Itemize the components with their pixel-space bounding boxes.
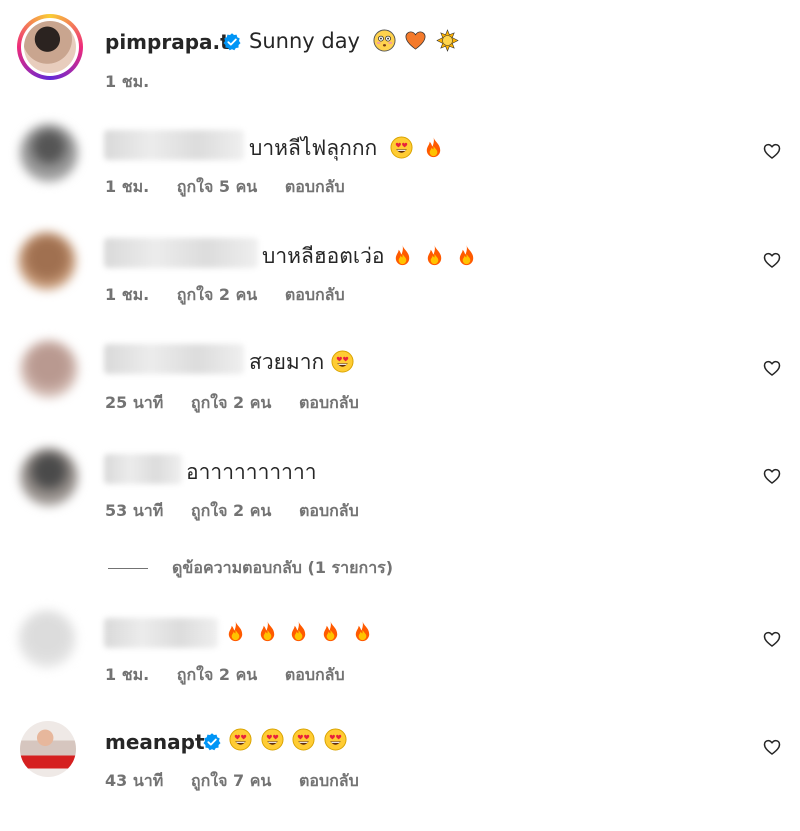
fire-icon: [455, 244, 478, 267]
heart-eyes-icon: [390, 136, 413, 159]
like-heart-icon[interactable]: [762, 737, 782, 757]
heart-eyes-icon: [331, 350, 354, 373]
post-author-username[interactable]: pimprapa.t: [105, 30, 230, 54]
comment-row: บาหลีฮอตเว่อ 1 ชม. ถูกใจ 2 คน ตอบกลับ: [0, 218, 800, 318]
reply-button[interactable]: ตอบกลับ: [285, 177, 345, 196]
comment-text-content: บาหลีไฟลุกกก: [249, 136, 378, 160]
commenter-avatar[interactable]: [18, 232, 76, 290]
comment-text-content: อาาาาาาาาาา: [186, 460, 317, 484]
commenter-avatar[interactable]: [20, 721, 76, 777]
comment-likes[interactable]: ถูกใจ 5 คน: [177, 177, 257, 196]
comment-row: บาหลีไฟลุกกก 1 ชม. ถูกใจ 5 คน ตอบกลับ: [0, 110, 800, 210]
comment-row: อาาาาาาาาาา 53 นาที ถูกใจ 2 คน ตอบกลับ: [0, 434, 800, 534]
like-heart-icon[interactable]: [762, 466, 782, 486]
comment-row: meanapt 43 นาที ถูกใจ 7 คน ตอบกลับ: [0, 706, 800, 816]
commenter-username-blurred[interactable]: [104, 454, 182, 484]
post-caption-row: pimprapa.t Sunny day 1 ชม.: [0, 0, 800, 100]
comment-likes[interactable]: ถูกใจ 7 คน: [191, 771, 271, 790]
comment-time: 1 ชม.: [105, 177, 150, 196]
verified-badge-icon: [202, 732, 222, 752]
comment-text: อาาาาาาาาาา: [186, 456, 317, 489]
comment-text: สวยมาก: [249, 346, 356, 379]
comment-text: [229, 728, 349, 752]
comment-time: 1 ชม.: [105, 665, 150, 684]
commenter-username-blurred[interactable]: [104, 618, 218, 648]
commenter-username[interactable]: meanapt: [105, 730, 205, 754]
heart-eyes-icon: [292, 728, 315, 751]
post-meta: 1 ชม.: [105, 70, 171, 95]
comment-time: 43 นาที: [105, 771, 164, 790]
comment-likes[interactable]: ถูกใจ 2 คน: [177, 665, 257, 684]
fire-icon: [351, 620, 374, 643]
comment-meta: 1 ชม. ถูกใจ 2 คน ตอบกลับ: [105, 663, 367, 688]
reply-button[interactable]: ตอบกลับ: [299, 393, 359, 412]
post-caption-text: Sunny day: [249, 29, 360, 53]
commenter-avatar[interactable]: [20, 124, 78, 182]
commenter-username-blurred[interactable]: [104, 344, 244, 374]
comment-meta: 53 นาที ถูกใจ 2 คน ตอบกลับ: [105, 499, 381, 524]
flushed-face-icon: [373, 29, 396, 52]
reply-button[interactable]: ตอบกลับ: [299, 771, 359, 790]
commenter-avatar[interactable]: [20, 448, 78, 506]
reply-button[interactable]: ตอบกลับ: [285, 665, 345, 684]
comment-meta: 25 นาที ถูกใจ 2 คน ตอบกลับ: [105, 391, 381, 416]
comment-meta: 43 นาที ถูกใจ 7 คน ตอบกลับ: [105, 769, 381, 794]
heart-eyes-icon: [261, 728, 284, 751]
view-replies-divider: [108, 568, 148, 569]
comment-row: 1 ชม. ถูกใจ 2 คน ตอบกลับ: [0, 598, 800, 698]
comment-row: สวยมาก 25 นาที ถูกใจ 2 คน ตอบกลับ: [0, 326, 800, 426]
fire-icon: [224, 620, 247, 643]
comment-text-content: สวยมาก: [249, 350, 325, 374]
fire-icon: [422, 136, 445, 159]
commenter-username-blurred[interactable]: [104, 238, 258, 268]
like-heart-icon[interactable]: [762, 358, 782, 378]
orange-heart-icon: [404, 29, 427, 52]
comment-likes[interactable]: ถูกใจ 2 คน: [191, 501, 271, 520]
comment-text-content: บาหลีฮอตเว่อ: [262, 244, 385, 268]
reply-button[interactable]: ตอบกลับ: [299, 501, 359, 520]
post-author-avatar[interactable]: [17, 14, 83, 80]
heart-eyes-icon: [324, 728, 347, 751]
verified-badge-icon: [222, 32, 242, 52]
like-heart-icon[interactable]: [762, 141, 782, 161]
view-replies-label: ดูข้อความตอบกลับ (1 รายการ): [172, 558, 394, 577]
fire-icon: [256, 620, 279, 643]
comment-time: 53 นาที: [105, 501, 164, 520]
view-replies-link[interactable]: ดูข้อความตอบกลับ (1 รายการ): [108, 556, 393, 581]
like-heart-icon[interactable]: [762, 250, 782, 270]
comment-text: บาหลีฮอตเว่อ: [262, 240, 480, 273]
comment-time: 1 ชม.: [105, 285, 150, 304]
comment-time: 25 นาที: [105, 393, 164, 412]
commenter-username-blurred[interactable]: [104, 130, 244, 160]
comment-likes[interactable]: ถูกใจ 2 คน: [191, 393, 271, 412]
fire-icon: [287, 620, 310, 643]
commenter-avatar[interactable]: [20, 340, 78, 398]
sun-icon: [436, 29, 459, 52]
comment-meta: 1 ชม. ถูกใจ 2 คน ตอบกลับ: [105, 283, 367, 308]
fire-icon: [391, 244, 414, 267]
comment-meta: 1 ชม. ถูกใจ 5 คน ตอบกลับ: [105, 175, 367, 200]
comment-text: [224, 620, 376, 644]
reply-button[interactable]: ตอบกลับ: [285, 285, 345, 304]
like-heart-icon[interactable]: [762, 629, 782, 649]
comment-text: บาหลีไฟลุกกก: [249, 132, 447, 165]
fire-icon: [319, 620, 342, 643]
post-caption: Sunny day: [249, 29, 461, 53]
fire-icon: [423, 244, 446, 267]
commenter-avatar[interactable]: [18, 610, 76, 668]
heart-eyes-icon: [229, 728, 252, 751]
post-time: 1 ชม.: [105, 72, 150, 91]
comment-likes[interactable]: ถูกใจ 2 คน: [177, 285, 257, 304]
